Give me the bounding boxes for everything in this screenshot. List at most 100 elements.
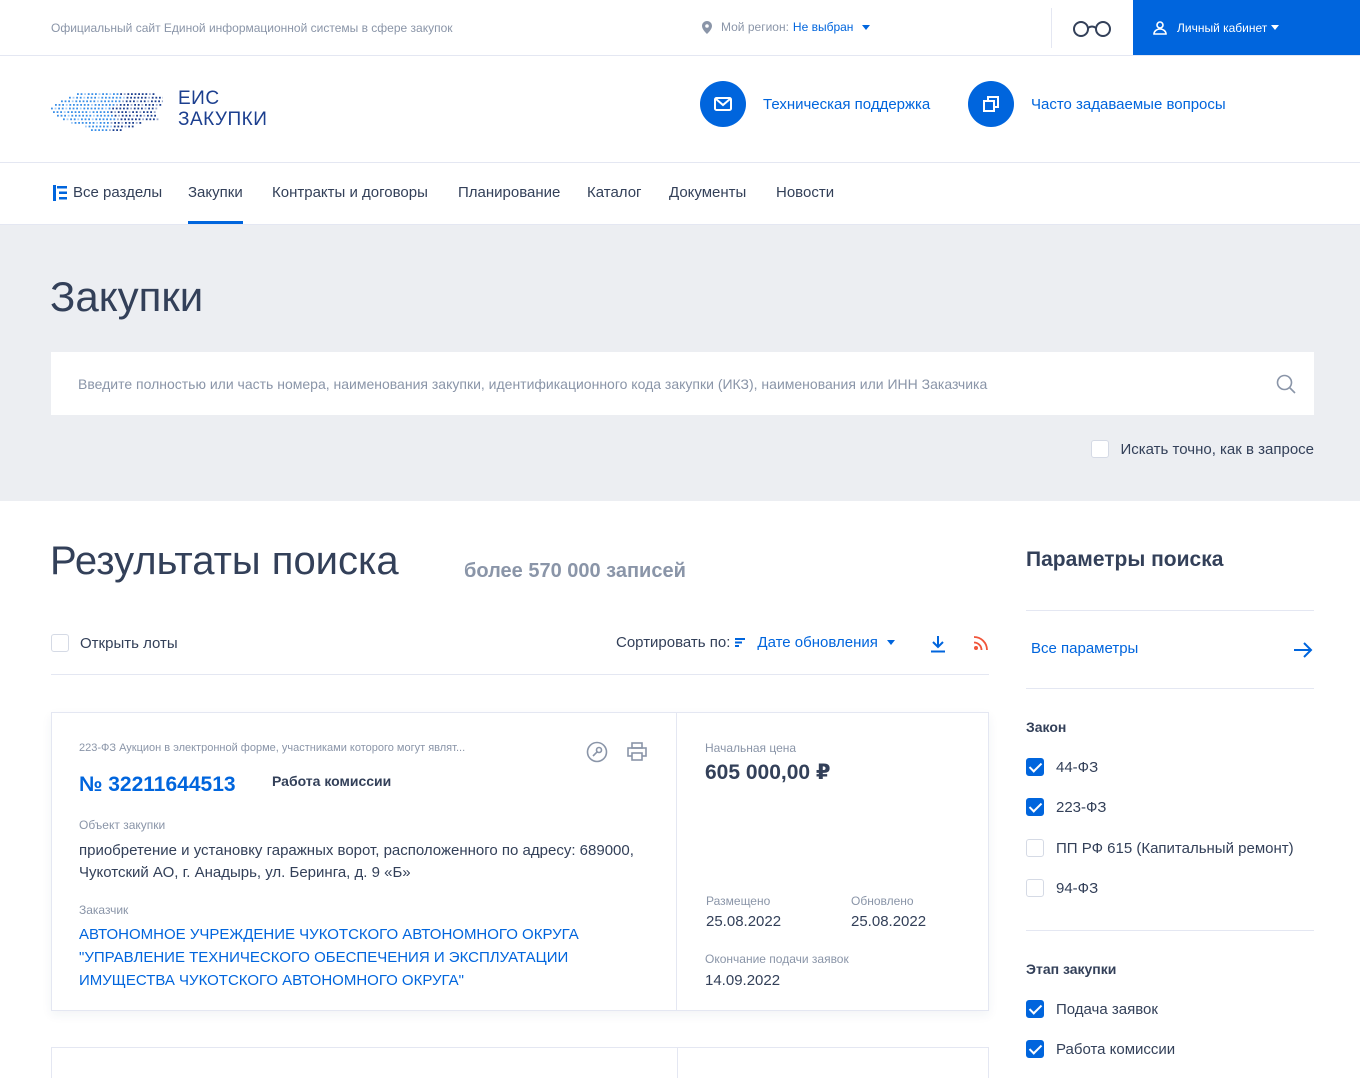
chevron-down-icon [886, 640, 895, 645]
placed-date: 25.08.2022 [706, 913, 782, 930]
open-lots-checkbox[interactable] [51, 634, 69, 652]
print-icon[interactable] [627, 742, 647, 762]
search-hero: Закупки Искать точно, как в запросе [0, 225, 1360, 501]
stage-label: Работа комиссии [1056, 1040, 1176, 1058]
law-option-94fz[interactable]: 94-ФЗ [1026, 879, 1098, 897]
law-checkbox[interactable] [1026, 798, 1044, 816]
chevron-down-icon [862, 24, 871, 30]
nav-item-catalog[interactable]: Каталог [587, 184, 642, 224]
law-option-223fz[interactable]: 223-ФЗ [1026, 798, 1107, 816]
law-label: 94-ФЗ [1056, 879, 1099, 897]
customer-label: Заказчик [79, 903, 129, 917]
sort-value[interactable]: Дате обновления [757, 634, 877, 651]
logo-line-1: ЕИС [178, 88, 220, 109]
sections-icon [53, 185, 67, 201]
price-label: Начальная цена [705, 741, 797, 755]
glasses-icon[interactable] [1072, 19, 1112, 37]
divider [1026, 688, 1314, 689]
law-group-title: Закон [1026, 719, 1067, 735]
arrow-right-icon[interactable] [1293, 641, 1313, 659]
nav-all-sections-label: Все разделы [73, 184, 163, 201]
divider [1026, 930, 1314, 931]
stage-option-applications[interactable]: Подача заявок [1026, 1000, 1158, 1018]
faq-label: Часто задаваемые вопросы [1031, 95, 1226, 113]
deadline-date: 14.09.2022 [705, 972, 781, 989]
card-details: Начальная цена 605 000,00 ₽ Размещено 25… [677, 713, 988, 1010]
purchase-object: приобретение и установку гаражных ворот,… [79, 842, 634, 881]
divider [1051, 8, 1052, 48]
law-label: 223-ФЗ [1056, 798, 1107, 816]
exact-search-checkbox[interactable] [1090, 440, 1109, 458]
sort-icon [735, 638, 746, 647]
key-icon[interactable] [586, 741, 608, 763]
rss-icon[interactable] [974, 636, 988, 650]
main-nav: Все разделы Закупки Контракты и договоры… [0, 163, 1360, 225]
exact-search-option[interactable]: Искать точно, как в запросе [1090, 440, 1314, 458]
purchase-stage: Работа комиссии [272, 773, 392, 789]
search-icon[interactable] [1276, 374, 1296, 394]
logo-line-2: ЗАКУПКИ [178, 109, 268, 130]
all-params-link[interactable]: Все параметры [1031, 640, 1138, 657]
support-link[interactable]: Техническая поддержка [700, 81, 930, 127]
site-header: ЕИС ЗАКУПКИ Техническая поддержка Часто … [0, 56, 1360, 163]
download-icon[interactable] [930, 635, 946, 653]
russia-map-logo-icon[interactable] [51, 80, 163, 138]
divider [51, 674, 989, 675]
divider [677, 1048, 678, 1078]
search-input[interactable] [51, 352, 1251, 415]
sort-label: Сортировать по: [616, 634, 731, 651]
faq-icon [968, 81, 1014, 127]
card-main: 223-ФЗ Аукцион в электронной форме, учас… [52, 713, 677, 1010]
region-selector[interactable]: Мой регион: Не выбран [702, 20, 871, 34]
region-value[interactable]: Не выбран [793, 20, 854, 34]
law-option-pp615[interactable]: ПП РФ 615 (Капитальный ремонт) [1026, 839, 1294, 857]
law-checkbox[interactable] [1026, 839, 1044, 857]
customer-link[interactable]: АВТОНОМНОЕ УЧРЕЖДЕНИЕ ЧУКОТСКОГО АВТОНОМ… [79, 923, 664, 992]
site-logo-text[interactable]: ЕИС ЗАКУПКИ [178, 88, 267, 130]
search-box [51, 352, 1314, 415]
initial-price: 605 000,00 ₽ [705, 761, 831, 784]
page-title: Закупки [50, 273, 204, 320]
stage-checkbox[interactable] [1026, 1000, 1044, 1018]
nav-all-sections[interactable]: Все разделы [53, 184, 162, 224]
user-icon [1153, 20, 1167, 35]
cabinet-label: Личный кабинет [1177, 20, 1268, 35]
law-checkbox[interactable] [1026, 879, 1044, 897]
divider [1026, 610, 1314, 611]
stage-group-title: Этап закупки [1026, 961, 1117, 977]
stage-label: Подача заявок [1056, 1000, 1158, 1018]
open-lots-option[interactable]: Открыть лоты [51, 634, 178, 652]
support-label: Техническая поддержка [763, 95, 931, 113]
top-bar: Официальный сайт Единой информационной с… [0, 0, 1360, 56]
nav-item-contracts[interactable]: Контракты и договоры [272, 184, 428, 224]
region-label: Мой регион: [721, 20, 789, 34]
nav-item-news[interactable]: Новости [776, 184, 834, 224]
deadline-label: Окончание подачи заявок [705, 952, 849, 966]
law-option-44fz[interactable]: 44-ФЗ [1026, 758, 1098, 776]
purchase-type: 223-ФЗ Аукцион в электронной форме, учас… [79, 742, 466, 754]
personal-cabinet-button[interactable]: Личный кабинет [1133, 0, 1360, 55]
updated-date: 25.08.2022 [851, 913, 927, 930]
stage-option-commission[interactable]: Работа комиссии [1026, 1040, 1175, 1058]
faq-link[interactable]: Часто задаваемые вопросы [968, 81, 1226, 127]
chevron-down-icon [1271, 25, 1280, 30]
placed-label: Размещено [706, 894, 771, 908]
law-checkbox[interactable] [1026, 758, 1044, 776]
law-label: 44-ФЗ [1056, 758, 1099, 776]
mail-icon [700, 81, 746, 127]
purchase-card: 223-ФЗ Аукцион в электронной форме, учас… [51, 712, 989, 1011]
nav-item-purchases[interactable]: Закупки [188, 184, 243, 224]
object-label: Объект закупки [79, 818, 166, 832]
location-pin-icon [702, 20, 712, 34]
sort-control[interactable]: Сортировать по: Дате обновления [616, 634, 895, 651]
site-caption: Официальный сайт Единой информационной с… [51, 21, 453, 35]
nav-item-planning[interactable]: Планирование [458, 184, 560, 224]
results-count: более 570 000 записей [464, 560, 686, 582]
updated-label: Обновлено [851, 894, 914, 908]
stage-checkbox[interactable] [1026, 1040, 1044, 1058]
nav-item-documents[interactable]: Документы [669, 184, 746, 224]
purchase-number[interactable]: № 32211644513 [79, 773, 236, 797]
sidebar-title: Параметры поиска [1026, 548, 1224, 571]
law-label: ПП РФ 615 (Капитальный ремонт) [1056, 839, 1294, 857]
open-lots-label: Открыть лоты [80, 634, 178, 652]
